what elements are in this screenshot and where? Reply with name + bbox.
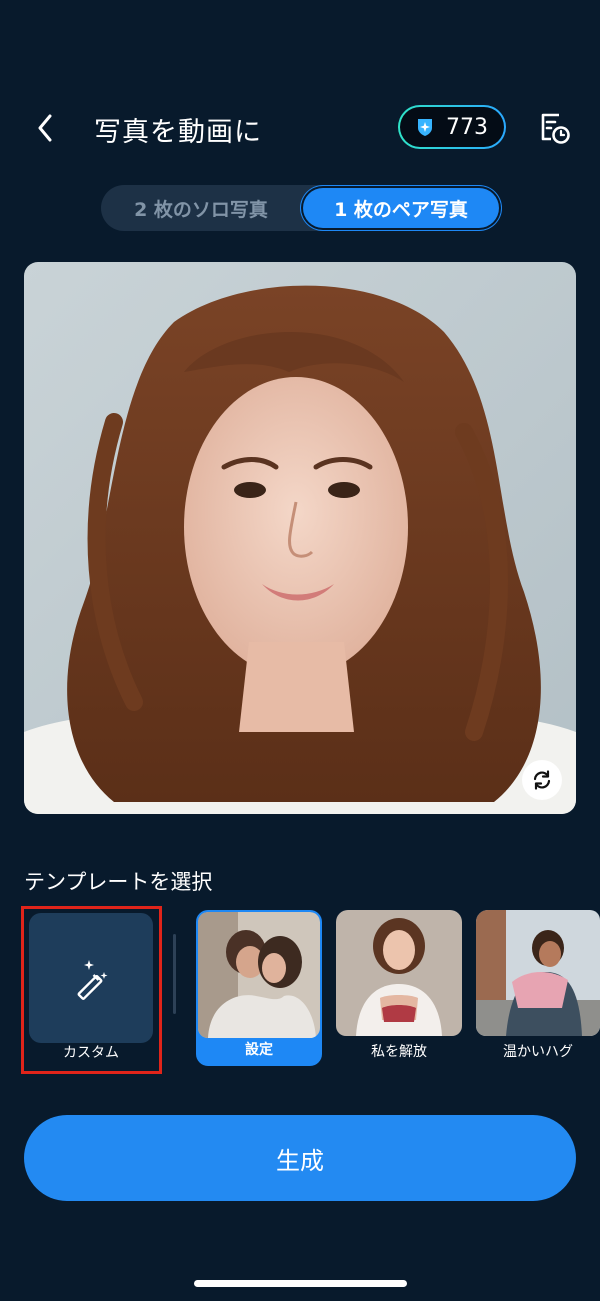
template-item-settei[interactable]: 設定 — [196, 910, 322, 1066]
top-bar: 写真を動画に 773 — [0, 96, 600, 160]
custom-template-label: カスタム — [63, 1045, 119, 1061]
template-label: 温かいハグ — [503, 1044, 573, 1060]
home-indicator — [194, 1280, 407, 1287]
swap-photo-button[interactable] — [522, 760, 562, 800]
portrait-image — [24, 262, 576, 814]
template-label: 設定 — [245, 1042, 273, 1058]
template-divider — [173, 934, 176, 1014]
mode-segmented-control: 2 枚のソロ写真 1 枚のペア写真 — [101, 185, 500, 231]
template-section-label: テンプレートを選択 — [24, 870, 213, 894]
template-list: カスタム 設定 私を解放 温かいハグ — [0, 906, 600, 1076]
swap-refresh-icon — [533, 770, 551, 790]
template-item-watashi-wo-kaihou[interactable]: 私を解放 — [336, 910, 462, 1066]
credits-badge[interactable]: 773 — [398, 105, 506, 149]
sparkle-shield-icon — [418, 119, 432, 136]
template-item-atatakai-hagu[interactable]: 温かいハグ — [476, 910, 600, 1066]
custom-template-button[interactable] — [29, 913, 153, 1043]
magic-wand-icon — [77, 960, 108, 1000]
chevron-left-icon — [38, 114, 52, 142]
history-button[interactable] — [534, 108, 574, 148]
generate-button[interactable]: 生成 — [24, 1115, 576, 1201]
page-title: 写真を動画に — [94, 117, 262, 148]
uploaded-photo[interactable] — [24, 262, 576, 814]
template-thumbnail — [198, 912, 320, 1038]
template-thumbnail — [336, 910, 462, 1036]
template-thumbnail — [476, 910, 600, 1036]
history-clock-icon — [541, 113, 570, 144]
tab-one-pair-photo[interactable]: 1 枚のペア写真 — [303, 188, 499, 228]
credit-count: 773 — [446, 114, 488, 140]
tab-two-solo-photos[interactable]: 2 枚のソロ写真 — [101, 185, 301, 231]
back-button[interactable] — [26, 108, 66, 148]
template-label: 私を解放 — [371, 1044, 427, 1060]
